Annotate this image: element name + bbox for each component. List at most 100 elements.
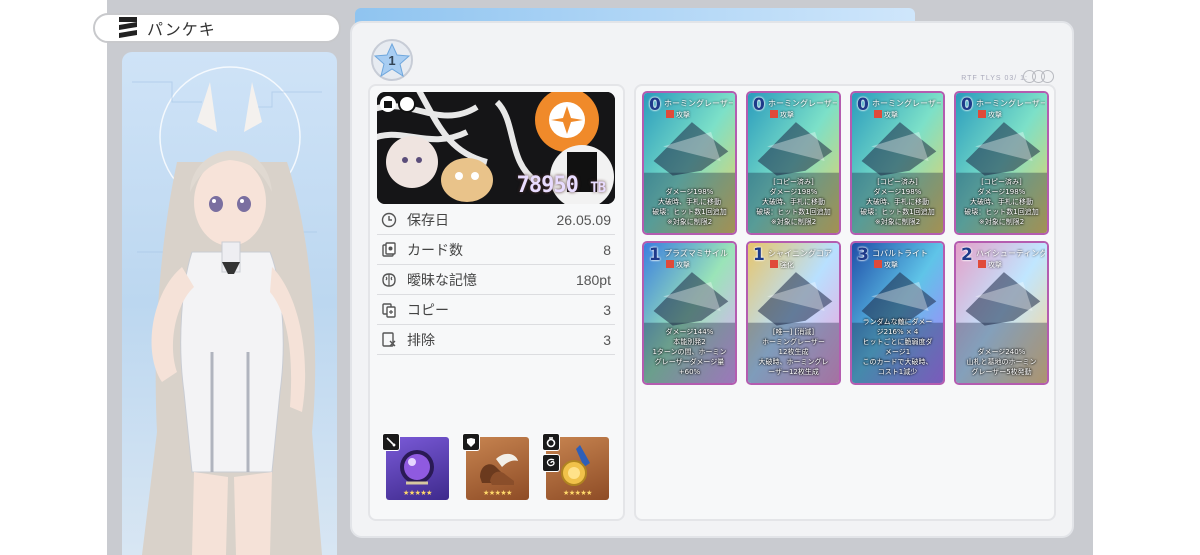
card-description: ダメージ198% 大破時、手札に移動 破壊：ヒット数1回追加 ※対象に制限2 (647, 187, 732, 227)
card-description: ダメージ240% 山札と墓地のホーミン グレーザー5枚発動 (959, 347, 1044, 377)
stat-row-copy: コピー 3 (377, 295, 615, 325)
stat-label: カード数 (407, 242, 463, 259)
deck-value-number: 78950 (516, 173, 579, 198)
card-type: 攻撃 (978, 110, 1002, 120)
card-type: 攻撃 (874, 260, 898, 270)
clock-icon (381, 212, 397, 227)
card-desc-line: ジ216% × 4 (876, 328, 919, 336)
stat-row-save-date: 保存日 26.05.09 (377, 205, 615, 235)
card-type-label: 強化 (780, 262, 794, 269)
card-cost: 2 (961, 245, 973, 265)
card-type-label: 攻撃 (676, 262, 690, 269)
card-type: 強化 (770, 260, 794, 270)
card-desc-line: ※対象に制限2 (874, 218, 921, 226)
card-cost: 0 (753, 95, 765, 115)
armor-icon (462, 433, 480, 451)
character-name-bar: パンケキ (93, 13, 341, 43)
card-desc-line: メージ1 (884, 348, 911, 356)
card-desc-line: ランダムな敵にダメー (862, 318, 933, 326)
card-cost: 3 (857, 245, 869, 265)
card-cost: 0 (649, 95, 661, 115)
card-desc-line: 大破時、手札に移動 (866, 198, 929, 206)
card-desc-line: ヒットごとに脆弱度ダ (862, 338, 933, 346)
panel-code-text: RTF TLYS 03/ 1: (961, 75, 1028, 82)
card-type: 攻撃 (770, 110, 794, 120)
card-title: ホーミングレーザー (976, 99, 1045, 108)
card-desc-line: ホーミングレーザー (762, 338, 825, 346)
deck-level-number: 1 (388, 52, 396, 68)
attack-type-icon (770, 110, 778, 118)
card-title: シャイニングコア (768, 249, 832, 258)
stat-label: 排除 (407, 332, 435, 349)
card-type: 攻撃 (666, 110, 690, 120)
card-cost: 0 (857, 95, 869, 115)
deck-card[interactable]: 0 ホーミングレーザー 攻撃ダメージ198% 大破時、手札に移動 破壊：ヒット数1回追加… (642, 91, 737, 235)
card-desc-line: +60% (678, 368, 701, 376)
card-cost: 1 (753, 245, 765, 265)
card-desc-line: 12枚生成 (778, 348, 809, 356)
attack-type-icon (874, 110, 882, 118)
winged-boots-item[interactable]: ★★★★★ (462, 433, 529, 500)
brain-icon (382, 272, 396, 287)
card-type-label: 攻撃 (780, 112, 794, 119)
card-desc-line: ダメージ198% (873, 188, 922, 196)
card-desc-line: コスト1減少 (877, 368, 918, 376)
card-description: [コピー済み] ダメージ198% 大破時、手札に移動 破壊：ヒット数1回追加 ※対象に制… (959, 177, 1044, 227)
card-title: プラズマミサイル (664, 249, 728, 258)
card-stack-icon (382, 241, 396, 257)
item-rarity-stars: ★★★★★ (483, 490, 512, 497)
card-desc-line: ダメージ198% (769, 188, 818, 196)
stat-label: コピー (407, 302, 449, 319)
card-desc-line: ダメージ144% (665, 328, 714, 336)
card-description: [唯一] [消滅] ホーミングレーザー 12枚生成大破時、ホーミングレ ーザー12枚生… (751, 327, 836, 377)
stat-row-vague-memory: 曖昧な記憶 180pt (377, 265, 615, 295)
deck-card[interactable]: 1 シャイニングコア強化 [唯一] [消滅] ホーミングレーザー 12枚生成大破時、ホー… (746, 241, 841, 385)
stat-value: 180pt (575, 271, 611, 288)
card-desc-line: [コピー済み] (981, 178, 1022, 186)
card-title: ホーミングレーザー (664, 99, 733, 108)
item-rarity-stars: ★★★★★ (563, 490, 592, 497)
card-desc-line: [唯一] [消滅] (772, 328, 815, 336)
card-desc-line: 破壊：ヒット数1回追加 (652, 208, 727, 216)
deck-card[interactable]: 0 ホーミングレーザー 攻撃 [コピー済み] ダメージ198% 大破時、手札に移動 破壊：ヒ… (746, 91, 841, 235)
card-description: [コピー済み] ダメージ198% 大破時、手札に移動 破壊：ヒット数1回追加 ※対象に制… (855, 177, 940, 227)
card-desc-line: 大破時、手札に移動 (762, 198, 825, 206)
card-desc-line: 大破時、手札に移動 (970, 198, 1033, 206)
card-type-label: 攻撃 (884, 262, 898, 269)
deck-card[interactable]: 3 コバルトライト 攻撃 ランダムな敵にダメー ジ216% × 4 ヒットごとに脆弱度ダメ… (850, 241, 945, 385)
stat-label: 曖昧な記憶 (407, 272, 477, 289)
attack-type-icon (666, 260, 674, 268)
card-desc-line: ダメージ198% (977, 188, 1026, 196)
deck-card[interactable]: 1 プラズマミサイル 攻撃 ダメージ144% 本能別発2 1ターンの間、ホーミン グレーザー… (642, 241, 737, 385)
sword-icon (382, 433, 400, 451)
deck-value-unit: TB (590, 180, 606, 196)
card-desc-line: 大破時、ホーミングレ (758, 358, 829, 366)
card-cost: 1 (649, 245, 661, 265)
deck-card[interactable]: 0 ホーミングレーザー 攻撃 [コピー済み] ダメージ198% 大破時、手札に移動 破壊：ヒ… (850, 91, 945, 235)
card-desc-line: 1ターンの間、ホーミン (652, 348, 727, 356)
purple-orb-item[interactable]: ★★★★★ (382, 433, 449, 500)
card-desc-line: ーザー12枚生成 (768, 368, 819, 376)
card-desc-line: 破壊：ヒット数1回追加 (860, 208, 935, 216)
card-desc-line: ダメージ198% (665, 188, 714, 196)
card-desc-line: 大破時、手札に移動 (658, 198, 721, 206)
stat-value: 3 (603, 331, 611, 348)
card-title: ハイシューティングスター (976, 249, 1045, 258)
character-name: パンケキ (147, 20, 216, 39)
card-desc-line: このカードで大破時、 (862, 358, 933, 366)
deck-card[interactable]: 0 ホーミングレーザー 攻撃 [コピー済み] ダメージ198% 大破時、手札に移動 破壊：ヒ… (954, 91, 1049, 235)
attack-type-icon (666, 110, 674, 118)
card-desc-line: [コピー済み] (877, 178, 918, 186)
game-logo-icon (119, 17, 137, 38)
card-desc-line: 本能別発2 (673, 338, 706, 346)
ring-decoration-icon (1023, 70, 1054, 83)
card-desc-line: 破壊：ヒット数1回追加 (756, 208, 831, 216)
deck-card[interactable]: 2ハイシューティングスター攻撃ダメージ240% 山札と墓地のホーミングレーザー5枚… (954, 241, 1049, 385)
copy-icon (382, 302, 396, 318)
card-description: [コピー済み] ダメージ198% 大破時、手札に移動 破壊：ヒット数1回追加 ※対象に制… (751, 177, 836, 227)
card-title: ホーミングレーザー (872, 99, 941, 108)
ring-icon (542, 433, 560, 451)
card-type-label: 攻撃 (988, 112, 1002, 119)
medal-item[interactable]: ★★★★★ (542, 433, 609, 500)
card-type: 攻撃 (666, 260, 690, 270)
